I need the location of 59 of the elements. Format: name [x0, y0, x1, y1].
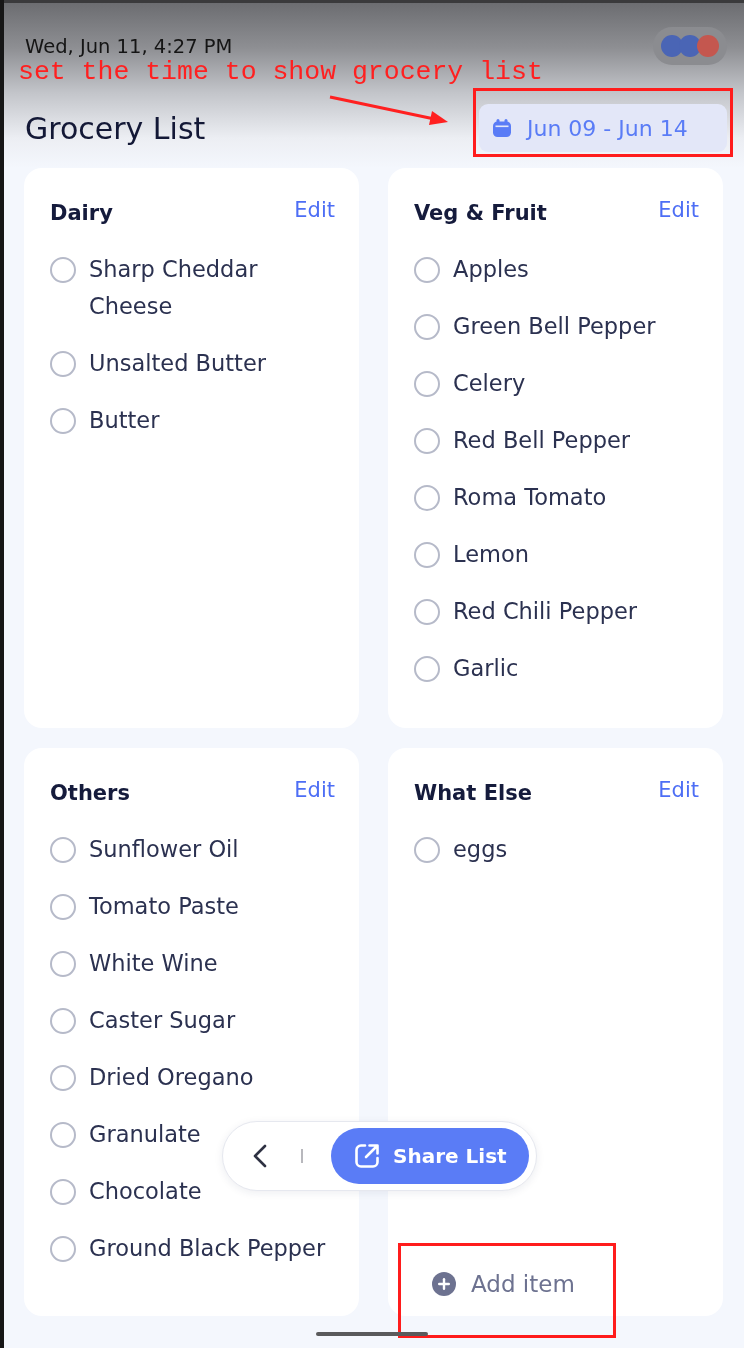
item-checkbox[interactable] — [50, 256, 76, 283]
item-label: Tomato Paste — [89, 892, 239, 921]
item-checkbox[interactable] — [50, 1178, 76, 1205]
edit-link[interactable]: Edit — [294, 198, 335, 222]
date-range-button[interactable]: Jun 09 - Jun 14 — [479, 104, 727, 152]
item-checkbox[interactable] — [50, 1064, 76, 1091]
item-label: Sunflower Oil — [89, 835, 239, 864]
item-label: Sharp Cheddar Cheese — [89, 255, 259, 321]
item-label: eggs — [453, 835, 508, 864]
calendar-icon — [493, 119, 511, 137]
status-time: Wed, Jun 11, 4:27 PM — [25, 34, 233, 58]
edit-link[interactable]: Edit — [294, 778, 335, 802]
item-checkbox[interactable] — [414, 598, 440, 625]
item-checkbox[interactable] — [50, 950, 76, 977]
item-label: Unsalted Butter — [89, 349, 267, 378]
item-label: Garlic — [453, 654, 519, 683]
item-label: Caster Sugar — [89, 1006, 236, 1035]
item-label: Red Chili Pepper — [453, 597, 638, 626]
category-title: What Else — [414, 781, 532, 805]
item-checkbox[interactable] — [414, 655, 440, 682]
item-label: White Wine — [89, 949, 218, 978]
edit-link[interactable]: Edit — [658, 778, 699, 802]
item-checkbox[interactable] — [50, 1235, 76, 1262]
item-label: Granulate — [89, 1120, 201, 1149]
chevron-left-icon — [253, 1144, 267, 1168]
category-title: Others — [50, 781, 130, 805]
item-checkbox[interactable] — [50, 350, 76, 377]
item-checkbox[interactable] — [414, 370, 440, 397]
item-checkbox[interactable] — [414, 484, 440, 511]
item-checkbox[interactable] — [50, 1007, 76, 1034]
item-checkbox[interactable] — [414, 541, 440, 568]
item-label: Roma Tomato — [453, 483, 607, 512]
edit-link[interactable]: Edit — [658, 198, 699, 222]
plus-icon — [432, 1272, 456, 1296]
back-button[interactable] — [253, 1144, 267, 1168]
item-label: Dried Oregano — [89, 1063, 254, 1092]
item-label: Apples — [453, 255, 529, 284]
item-label: Red Bell Pepper — [453, 426, 631, 455]
item-checkbox[interactable] — [50, 407, 76, 434]
item-label: Chocolate — [89, 1177, 202, 1206]
item-checkbox[interactable] — [50, 1121, 76, 1148]
item-checkbox[interactable] — [50, 893, 76, 920]
item-label: Ground Black Pepper — [89, 1234, 326, 1263]
item-checkbox[interactable] — [414, 313, 440, 340]
annotation-note: set the time to show grocery list — [18, 57, 543, 87]
category-title: Dairy — [50, 201, 113, 225]
item-label: Green Bell Pepper — [453, 312, 656, 341]
item-label: Lemon — [453, 540, 529, 569]
share-list-button[interactable]: Share List — [331, 1128, 529, 1184]
share-icon — [353, 1142, 381, 1170]
item-checkbox[interactable] — [414, 427, 440, 454]
item-checkbox[interactable] — [414, 836, 440, 863]
add-item-button[interactable]: Add item — [432, 1268, 575, 1300]
item-label: Celery — [453, 369, 526, 398]
item-checkbox[interactable] — [50, 836, 76, 863]
item-label: Butter — [89, 406, 160, 435]
item-checkbox[interactable] — [414, 256, 440, 283]
page-title: Grocery List — [25, 110, 206, 146]
category-title: Veg & Fruit — [414, 201, 547, 225]
